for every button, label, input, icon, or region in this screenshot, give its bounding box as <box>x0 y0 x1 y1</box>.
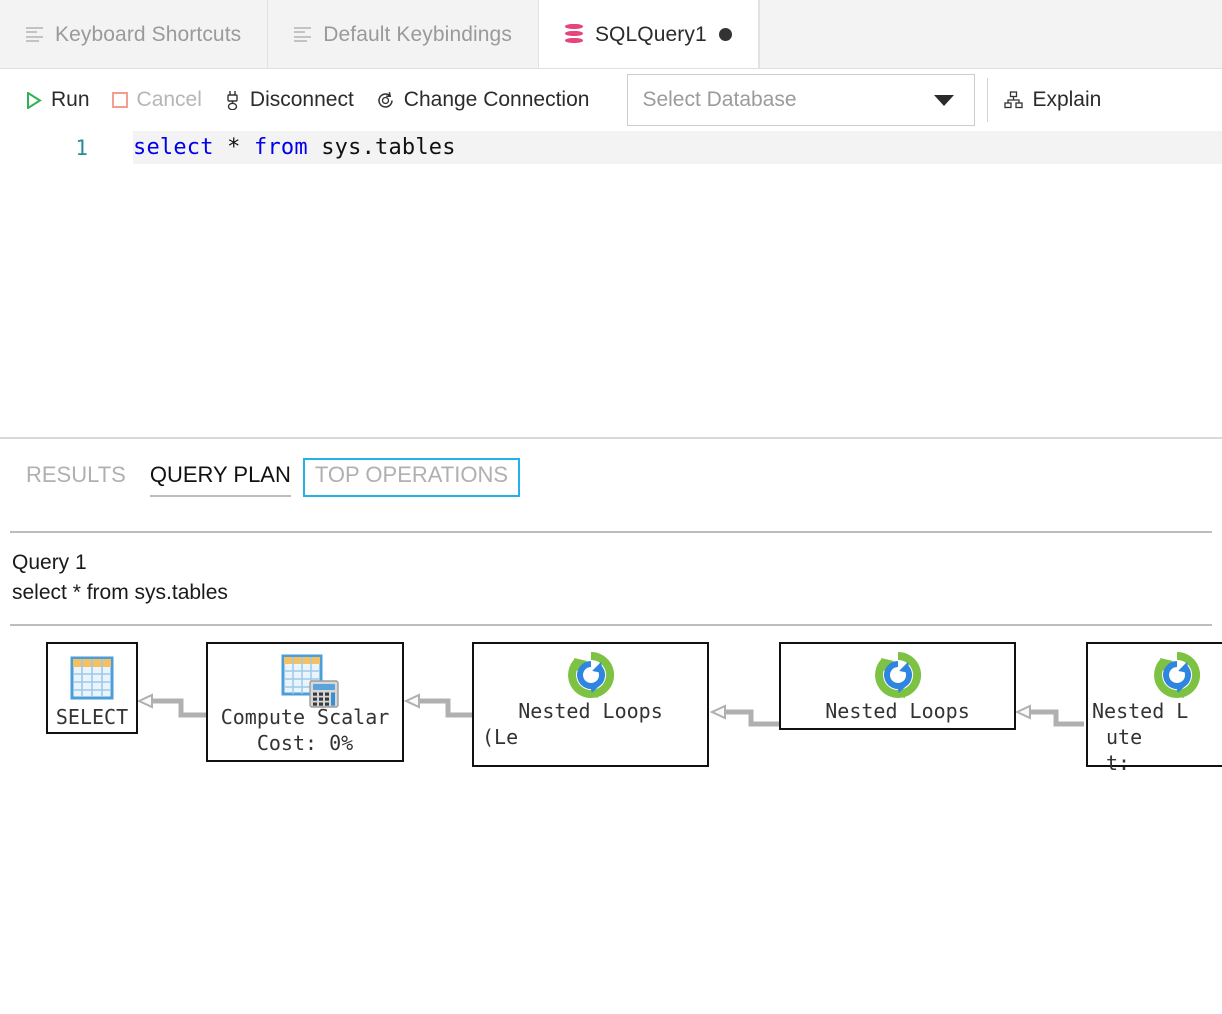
sql-keyword-from: from <box>254 135 308 160</box>
stop-square-icon <box>112 92 128 108</box>
sql-star: * <box>214 135 254 160</box>
run-label: Run <box>51 88 90 112</box>
tab-label: SQLQuery1 <box>595 23 707 47</box>
code-text[interactable]: select * from sys.tables <box>133 135 456 160</box>
lines-icon <box>294 27 311 42</box>
query-header-divider-bottom <box>10 624 1212 626</box>
database-icon <box>565 24 583 45</box>
tab-query-plan[interactable]: QUERY PLAN <box>138 458 303 497</box>
query-header: Query 1 select * from sys.tables <box>12 548 912 608</box>
unsaved-indicator-icon[interactable] <box>719 28 732 41</box>
app-root: Keyboard Shortcuts Default Keybindings S… <box>0 0 1222 1014</box>
explain-label: Explain <box>1032 88 1101 112</box>
change-connection-label: Change Connection <box>404 88 590 112</box>
connector-loops2-loops3 <box>1014 700 1086 740</box>
query-header-divider-top <box>10 531 1212 533</box>
table-grid-icon <box>66 652 118 704</box>
cancel-label: Cancel <box>137 88 202 112</box>
disconnect-button[interactable]: Disconnect <box>224 88 354 112</box>
tab-default-keybindings[interactable]: Default Keybindings <box>268 0 539 69</box>
plan-node-cost: Cost: 0% <box>257 730 353 756</box>
code-line-1[interactable]: 1 select * from sys.tables <box>0 131 1222 164</box>
tab-top-operations[interactable]: TOP OPERATIONS <box>303 458 520 497</box>
disconnect-label: Disconnect <box>250 88 354 112</box>
plan-node-label: SELECT <box>56 704 128 730</box>
chevron-down-icon[interactable] <box>934 95 954 106</box>
cancel-button[interactable]: Cancel <box>112 88 202 112</box>
sql-editor[interactable]: 1 select * from sys.tables <box>0 131 1222 436</box>
plug-disconnect-icon <box>224 90 241 110</box>
table-calculator-icon <box>279 652 331 704</box>
plan-node-label: Nested L <box>1088 698 1188 724</box>
query-sql-text: select * from sys.tables <box>12 578 912 608</box>
tab-keyboard-shortcuts[interactable]: Keyboard Shortcuts <box>0 0 268 69</box>
tab-results[interactable]: RESULTS <box>14 458 138 497</box>
line-number: 1 <box>0 136 110 160</box>
tab-label: Default Keybindings <box>323 23 512 47</box>
tab-sqlquery1[interactable]: SQLQuery1 <box>539 0 759 69</box>
connector-loops1-loops2 <box>709 700 781 740</box>
change-connection-button[interactable]: Change Connection <box>376 88 590 112</box>
connector-compute-loops1 <box>403 687 479 727</box>
explain-button[interactable]: Explain <box>1004 88 1101 112</box>
play-icon <box>26 92 42 109</box>
plan-node-label: Compute Scalar <box>221 704 390 730</box>
plan-node-join-type: (Le <box>474 724 518 750</box>
hierarchy-explain-icon <box>1004 91 1023 109</box>
tab-label: Keyboard Shortcuts <box>55 23 241 47</box>
plan-node-label: Nested Loops <box>825 698 970 724</box>
database-select-placeholder: Select Database <box>642 88 796 112</box>
plan-node-cost: t: <box>1088 750 1130 776</box>
query-toolbar: Run Cancel Disconnect <box>0 69 1222 131</box>
toolbar-divider <box>987 78 988 122</box>
run-button[interactable]: Run <box>26 88 90 112</box>
lines-icon <box>26 27 43 42</box>
refresh-connection-icon <box>376 91 395 110</box>
plan-node-label: Nested Loops <box>518 698 663 724</box>
sql-identifier: sys.tables <box>308 135 456 160</box>
nested-loops-icon <box>1154 652 1200 698</box>
connector-select-compute <box>136 687 212 727</box>
plan-node-compute-scalar[interactable]: Compute Scalar Cost: 0% <box>206 642 404 762</box>
nested-loops-icon <box>568 652 614 698</box>
editor-tab-bar: Keyboard Shortcuts Default Keybindings S… <box>0 0 1222 69</box>
query-title: Query 1 <box>12 548 912 578</box>
tab-bar-empty-space <box>759 0 1222 69</box>
sql-keyword-select: select <box>133 135 214 160</box>
plan-node-subtext: ute <box>1088 724 1142 750</box>
plan-node-nested-loops-2[interactable]: Nested Loops <box>779 642 1016 730</box>
plan-node-nested-loops-3[interactable]: Nested L ute t: <box>1086 642 1222 767</box>
plan-node-nested-loops-1[interactable]: Nested Loops (Le <box>472 642 709 767</box>
results-tab-bar: RESULTS QUERY PLAN TOP OPERATIONS <box>0 439 1222 523</box>
database-select[interactable]: Select Database <box>627 74 975 126</box>
nested-loops-icon <box>875 652 921 698</box>
query-plan-canvas[interactable]: SELECT <box>0 632 1222 1014</box>
plan-node-select[interactable]: SELECT <box>46 642 138 734</box>
